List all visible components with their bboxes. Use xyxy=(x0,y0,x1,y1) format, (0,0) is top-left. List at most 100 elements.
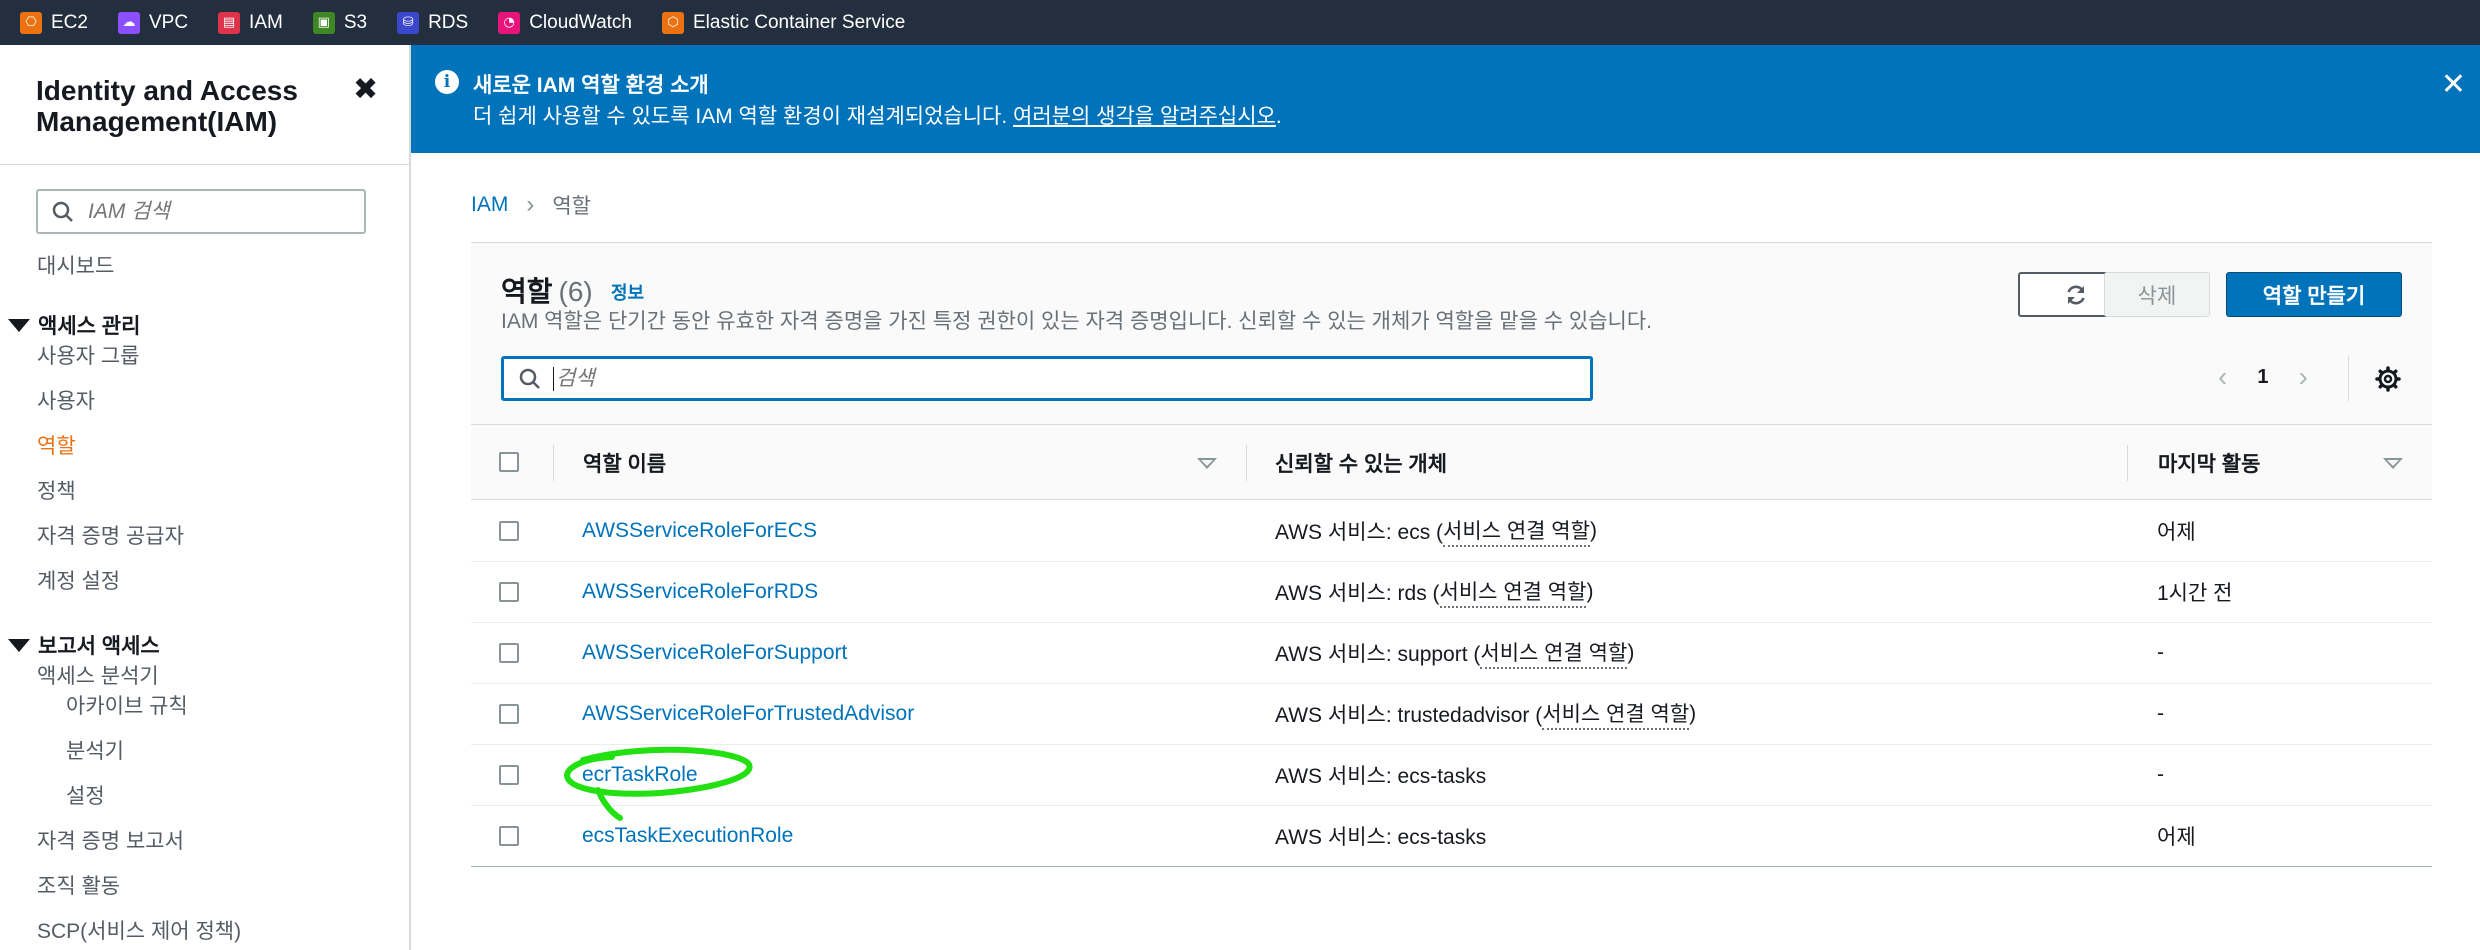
roles-panel: 역할 (6) 정보 IAM 역할은 단기간 동안 유효한 자격 증명을 가진 특정… xyxy=(471,242,2432,867)
sidebar-item[interactable]: 사용자 그룹 xyxy=(37,340,139,370)
search-icon xyxy=(52,201,73,222)
sidebar-subitem[interactable]: 분석기 xyxy=(66,735,124,765)
sidebar-subitem[interactable]: 아카이브 규칙 xyxy=(66,690,188,720)
favorite-cloudwatch[interactable]: ◔ CloudWatch xyxy=(498,11,632,34)
favorite-s3[interactable]: ▣ S3 xyxy=(312,11,368,34)
trusted-entity-cell: AWS 서비스: ecs-tasks xyxy=(1275,806,1486,866)
sidebar-item-access-analyzer[interactable]: 액세스 분석기 xyxy=(37,660,159,690)
select-all-checkbox[interactable] xyxy=(499,452,519,472)
gear-icon[interactable] xyxy=(2375,366,2401,392)
column-header-role-name[interactable]: 역할 이름 xyxy=(583,425,666,500)
sort-caret-icon[interactable] xyxy=(2383,458,2403,469)
trusted-entity-suffix: ) xyxy=(1589,519,1597,542)
sidebar-search[interactable] xyxy=(36,189,366,234)
roles-search[interactable] xyxy=(501,356,1593,401)
role-name-cell: AWSServiceRoleForSupport xyxy=(582,623,847,683)
role-name-link[interactable]: AWSServiceRoleForECS xyxy=(582,519,817,543)
banner-message: 더 쉽게 사용할 수 있도록 IAM 역할 환경이 재설계되었습니다. xyxy=(473,105,1014,128)
role-name-cell: AWSServiceRoleForRDS xyxy=(582,562,818,622)
sidebar-item-dashboard[interactable]: 대시보드 xyxy=(37,250,114,280)
row-checkbox[interactable] xyxy=(499,521,519,541)
divider xyxy=(2348,356,2349,401)
ec2-icon: ⎔ xyxy=(20,11,42,34)
caret-down-icon xyxy=(8,638,30,652)
sidebar-section-access-reports[interactable]: 보고서 액세스 xyxy=(8,630,160,660)
favorite-ec2[interactable]: ⎔ EC2 xyxy=(20,11,88,34)
delete-button[interactable]: 삭제 xyxy=(2104,272,2210,317)
page-number[interactable]: 1 xyxy=(2257,366,2268,389)
column-header-trusted-entities[interactable]: 신뢰할 수 있는 개체 xyxy=(1275,425,1447,500)
sidebar-search-input[interactable] xyxy=(88,199,338,224)
sidebar-item[interactable]: 사용자 xyxy=(37,385,95,415)
chevron-right-icon: › xyxy=(526,191,535,218)
sort-caret-icon[interactable] xyxy=(1197,458,1217,469)
row-checkbox[interactable] xyxy=(499,643,519,663)
last-activity-cell: - xyxy=(2157,641,2164,664)
sidebar-subitem[interactable]: 설정 xyxy=(66,780,105,810)
roles-description: IAM 역할은 단기간 동안 유효한 자격 증명을 가진 특정 권한이 있는 자… xyxy=(501,310,1653,333)
table-row: AWSServiceRoleForSupport AWS 서비스: support… xyxy=(471,623,2432,684)
roles-search-input[interactable] xyxy=(553,366,1553,391)
service-linked-role-tooltip[interactable]: 서비스 연결 역할 xyxy=(1439,576,1587,608)
role-name-cell: ecsTaskExecutionRole xyxy=(582,806,793,866)
sidebar-section-label: 보고서 액세스 xyxy=(38,635,160,658)
trusted-entity-text: AWS 서비스: rds ( xyxy=(1275,582,1440,605)
favorite-iam[interactable]: ▤ IAM xyxy=(218,11,283,34)
service-linked-role-tooltip[interactable]: 서비스 연결 역할 xyxy=(1480,637,1628,669)
role-name-link[interactable]: ecrTaskRole xyxy=(582,763,698,787)
chevron-left-icon[interactable]: ‹ xyxy=(2218,361,2227,393)
service-linked-role-tooltip[interactable]: 서비스 연결 역할 xyxy=(1542,698,1690,730)
sidebar-item[interactable]: 조직 활동 xyxy=(37,870,120,900)
role-name-link[interactable]: AWSServiceRoleForSupport xyxy=(582,641,847,665)
sidebar-item[interactable]: 계정 설정 xyxy=(37,565,120,595)
trusted-entity-suffix: ) xyxy=(1627,641,1635,664)
favorite-elastic-container-service[interactable]: ⬡ Elastic Container Service xyxy=(662,11,905,34)
favorite-rds[interactable]: ⛁ RDS xyxy=(397,11,468,34)
role-name-link[interactable]: AWSServiceRoleForRDS xyxy=(582,580,818,604)
favorite-label: S3 xyxy=(343,11,368,33)
sidebar-close-icon[interactable]: ✖ xyxy=(353,75,378,105)
create-role-button[interactable]: 역할 만들기 xyxy=(2226,272,2402,317)
sidebar-item[interactable]: SCP(서비스 제어 정책) xyxy=(37,915,241,945)
rds-icon: ⛁ xyxy=(397,11,420,34)
table-row: AWSServiceRoleForRDS AWS 서비스: rds (서비스 연결… xyxy=(471,562,2432,623)
row-checkbox[interactable] xyxy=(499,826,519,846)
favorite-vpc[interactable]: ☁ VPC xyxy=(117,11,188,34)
sidebar-title: Identity and Access Management(IAM) xyxy=(36,75,298,137)
role-name-link[interactable]: ecsTaskExecutionRole xyxy=(582,824,793,848)
roles-title: 역할 (6) xyxy=(501,270,593,310)
trusted-entity-text: AWS 서비스: ecs-tasks xyxy=(1275,826,1487,849)
trusted-entity-cell: AWS 서비스: ecs-tasks xyxy=(1275,745,1486,805)
chevron-right-icon[interactable]: › xyxy=(2298,361,2307,393)
trusted-entity-cell: AWS 서비스: rds (서비스 연결 역할) xyxy=(1275,562,1593,622)
row-checkbox[interactable] xyxy=(499,704,519,724)
service-linked-role-tooltip[interactable]: 서비스 연결 역할 xyxy=(1443,515,1590,547)
role-name-link[interactable]: AWSServiceRoleForTrustedAdvisor xyxy=(582,702,914,726)
trusted-entity-text: AWS 서비스: ecs-tasks xyxy=(1275,765,1487,788)
sidebar-item[interactable]: 자격 증명 공급자 xyxy=(37,520,184,550)
table-row: AWSServiceRoleForECS AWS 서비스: ecs (서비스 연결… xyxy=(471,501,2432,562)
row-checkbox[interactable] xyxy=(499,765,519,785)
column-header-last-activity[interactable]: 마지막 활동 xyxy=(2158,425,2260,500)
row-checkbox[interactable] xyxy=(499,582,519,602)
info-link[interactable]: 정보 xyxy=(611,279,644,305)
banner-close-icon[interactable]: ✕ xyxy=(2441,67,2466,102)
trusted-entity-text: AWS 서비스: ecs ( xyxy=(1275,521,1444,544)
sidebar-item[interactable]: 정책 xyxy=(37,475,76,505)
breadcrumb-iam-link[interactable]: IAM xyxy=(471,193,508,217)
favorites-bar: ⎔ EC2 ☁ VPC ▤ IAM ▣ S3 ⛁ RDS ◔ CloudWatch ⬡ Elastic C… xyxy=(0,0,2480,45)
ecs-icon: ⬡ xyxy=(662,11,684,34)
last-activity-cell: 어제 xyxy=(2157,521,2196,544)
sidebar-item[interactable]: 자격 증명 보고서 xyxy=(37,825,184,855)
sidebar-section-label: 액세스 관리 xyxy=(38,315,141,338)
role-name-cell: AWSServiceRoleForECS xyxy=(582,501,817,561)
favorite-label: CloudWatch xyxy=(529,11,632,33)
trusted-entity-text: AWS 서비스: support ( xyxy=(1275,643,1481,666)
sidebar-header: Identity and Access Management(IAM) ✖ xyxy=(0,45,409,165)
sidebar-section-access-management[interactable]: 액세스 관리 xyxy=(8,310,140,340)
breadcrumb-current: 역할 xyxy=(552,195,591,218)
feedback-link[interactable]: 여러분의 생각을 알려주십시오 xyxy=(1013,105,1276,128)
caret-down-icon xyxy=(8,318,30,332)
sidebar-item[interactable]: 역할 xyxy=(37,430,76,460)
refresh-icon xyxy=(2067,285,2085,304)
